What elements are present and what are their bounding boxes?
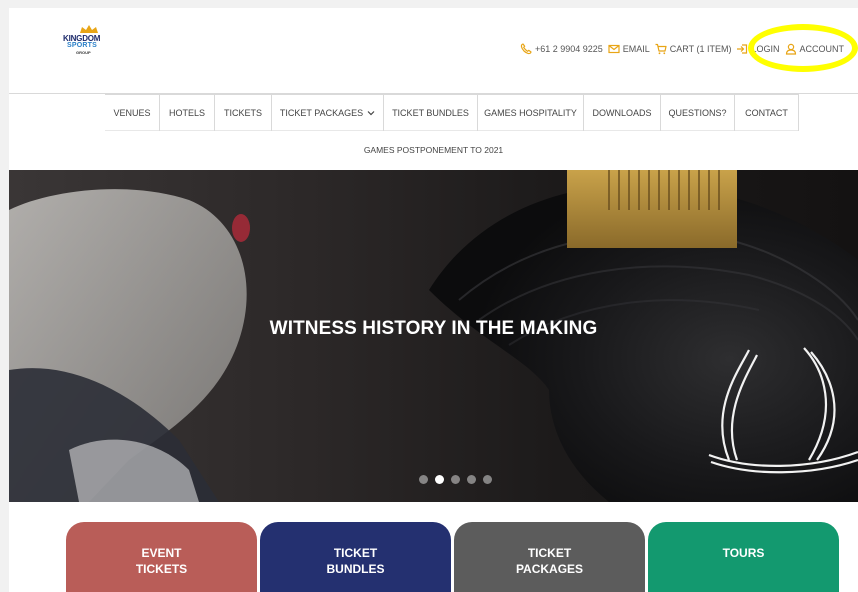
phone-link[interactable]: +61 2 9904 9225	[520, 43, 603, 55]
email-link[interactable]: EMAIL	[608, 43, 650, 55]
topbar: +61 2 9904 9225 EMAIL CART (1 ITEM) LOGI…	[515, 43, 844, 55]
slider-dot-active[interactable]	[435, 475, 444, 484]
card-title-line1: TOURS	[722, 546, 765, 560]
nav-item-label: TICKET PACKAGES	[279, 108, 364, 118]
slider-dot[interactable]	[467, 475, 476, 484]
cart-link[interactable]: CART (1 ITEM)	[655, 43, 732, 55]
main-nav: VENUES HOTELS TICKETS TICKET PACKAGES TI…	[105, 94, 799, 131]
nav-item-hotels[interactable]: HOTELS	[160, 95, 215, 131]
account-link[interactable]: ACCOUNT	[785, 43, 845, 55]
tours-card[interactable]: TOURS	[648, 522, 839, 592]
email-label: EMAIL	[622, 44, 650, 54]
card-title-line2: TICKETS	[135, 562, 188, 576]
nav-item-games-postponement[interactable]: GAMES POSTPONEMENT TO 2021	[9, 145, 858, 155]
chevron-down-icon	[367, 111, 375, 116]
card-title-line1: TICKET	[333, 546, 378, 560]
header: KINGDOM SPORTS GROUP +61 2 9904 9225 EMA…	[9, 8, 858, 93]
card-title-line2: PACKAGES	[515, 562, 584, 576]
nav-item-contact[interactable]: CONTACT	[735, 95, 799, 131]
cart-icon	[655, 43, 667, 55]
slider-dot[interactable]	[483, 475, 492, 484]
page: KINGDOM SPORTS GROUP +61 2 9904 9225 EMA…	[9, 8, 858, 592]
nav-item-questions[interactable]: QUESTIONS?	[661, 95, 735, 131]
slider-dot[interactable]	[451, 475, 460, 484]
slider-dot[interactable]	[419, 475, 428, 484]
login-link[interactable]: LOGIN	[736, 43, 780, 55]
brand-logo[interactable]: KINGDOM SPORTS GROUP	[63, 25, 119, 59]
nav-item-games-hospitality[interactable]: GAMES HOSPITALITY	[478, 95, 584, 131]
phone-icon	[520, 43, 532, 55]
ticket-bundles-card[interactable]: TICKET BUNDLES	[260, 522, 451, 592]
nav-item-tickets[interactable]: TICKETS	[215, 95, 272, 131]
login-icon	[736, 43, 748, 55]
hero-slider[interactable]: WITNESS HISTORY IN THE MAKING	[9, 170, 858, 502]
phone-number: +61 2 9904 9225	[534, 44, 603, 54]
brand-line2: SPORTS	[67, 42, 97, 49]
nav-item-venues[interactable]: VENUES	[105, 95, 160, 131]
envelope-icon	[608, 43, 620, 55]
login-label: LOGIN	[751, 44, 780, 54]
card-title-line1: TICKET	[527, 546, 572, 560]
cart-label: CART (1 ITEM)	[669, 44, 732, 54]
hero-title: WITNESS HISTORY IN THE MAKING	[269, 318, 598, 339]
category-cards: EVENT TICKETS TICKET BUNDLES TICKET PACK…	[66, 522, 842, 592]
card-title-line1: EVENT	[141, 546, 182, 560]
nav-item-downloads[interactable]: DOWNLOADS	[584, 95, 661, 131]
slider-dots	[419, 475, 499, 484]
nav-item-ticket-packages[interactable]: TICKET PACKAGES	[272, 95, 384, 131]
crown-icon	[80, 25, 98, 33]
account-label: ACCOUNT	[799, 44, 845, 54]
event-tickets-card[interactable]: EVENT TICKETS	[66, 522, 257, 592]
user-icon	[785, 43, 797, 55]
nav-item-ticket-bundles[interactable]: TICKET BUNDLES	[384, 95, 478, 131]
brand-line3: GROUP	[76, 50, 91, 55]
ticket-packages-card[interactable]: TICKET PACKAGES	[454, 522, 645, 592]
card-title-line2: BUNDLES	[326, 562, 385, 576]
